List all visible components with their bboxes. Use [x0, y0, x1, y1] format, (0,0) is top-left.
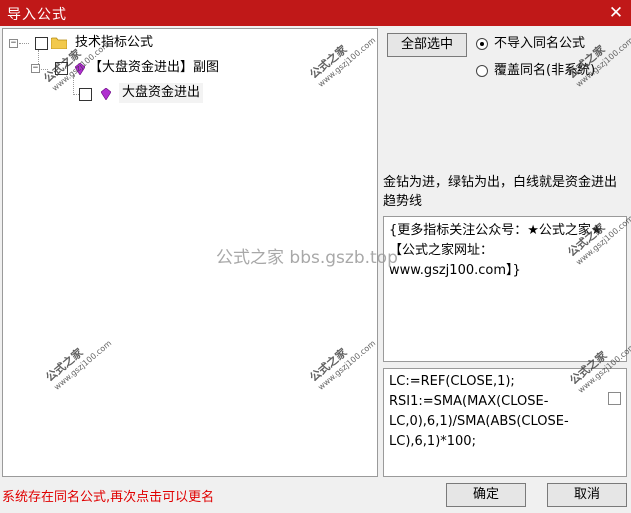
collapse-icon[interactable]: −	[31, 64, 40, 73]
radio-indicator	[476, 38, 488, 50]
gem-icon	[75, 63, 85, 75]
code-text: LC:=REF(CLOSE,1); RSI1:=SMA(MAX(CLOSE-LC…	[389, 374, 569, 449]
formula-description: 金钻为进，绿钻为出，白线就是资金进出趋势线	[383, 175, 618, 209]
tree-node-child[interactable]: − 【大盘资金进出】副图	[31, 58, 261, 78]
radio-indicator	[476, 65, 488, 77]
notes-panel[interactable]: {更多指标关注公众号：★公式之家★ 【公式之家网址：www.gszj100.co…	[383, 216, 627, 362]
title-bar: 导入公式 ✕	[0, 0, 631, 26]
tree-node-label: 技术指标公式	[75, 35, 154, 50]
tree-node-root[interactable]: − 技术指标公式	[9, 33, 209, 53]
notes-text: {更多指标关注公众号：★公式之家★ 【公式之家网址：www.gszj100.co…	[389, 223, 607, 278]
radio-label: 不导入同名公式	[494, 36, 586, 51]
child-checkbox[interactable]	[55, 62, 68, 75]
folder-icon	[51, 37, 67, 49]
leaf-checkbox[interactable]	[79, 88, 92, 101]
status-message: 系统存在同名公式,再次点击可以更名	[2, 490, 215, 505]
code-panel[interactable]: LC:=REF(CLOSE,1); RSI1:=SMA(MAX(CLOSE-LC…	[383, 368, 627, 477]
formula-tree: − 技术指标公式 − 【大盘资金进出】副图 大盘资金进出	[2, 28, 378, 477]
gem-icon	[101, 88, 111, 100]
select-all-button[interactable]: 全部选中	[387, 33, 467, 57]
code-checkbox[interactable]	[608, 392, 621, 405]
radio-overwrite[interactable]: 覆盖同名(非系统)	[476, 62, 626, 80]
ok-button[interactable]: 确定	[446, 483, 526, 507]
radio-label: 覆盖同名(非系统)	[494, 63, 596, 78]
collapse-icon[interactable]: −	[9, 39, 18, 48]
tree-node-label: 大盘资金进出	[119, 83, 204, 103]
tree-node-leaf[interactable]: 大盘资金进出	[77, 83, 227, 103]
tree-connector	[73, 75, 74, 95]
root-checkbox[interactable]	[35, 37, 48, 50]
window-title: 导入公式	[7, 7, 67, 23]
cancel-button[interactable]: 取消	[547, 483, 627, 507]
close-icon[interactable]: ✕	[601, 0, 631, 26]
radio-skip-duplicates[interactable]: 不导入同名公式	[476, 35, 626, 53]
tree-node-label: 【大盘资金进出】副图	[89, 60, 220, 75]
